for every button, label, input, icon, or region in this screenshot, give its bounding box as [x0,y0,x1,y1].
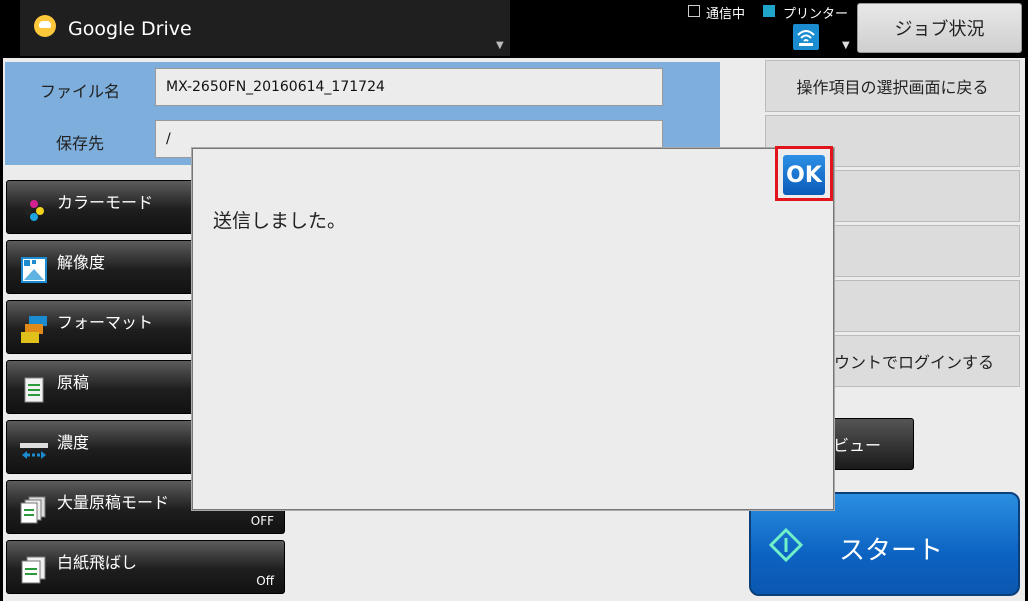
setting-label: 濃度 [57,433,90,452]
setting-label: フォーマット [57,313,154,332]
start-icon [769,528,803,562]
format-icon [21,316,47,343]
comm-status-indicator [688,5,700,17]
color-mode-icon [24,200,44,221]
setting-value: OFF [250,514,274,528]
printer-status-label: プリンター [783,7,849,22]
file-name-field[interactable]: MX-2650FN_20160614_171724 [155,68,663,106]
chevron-down-icon: ▼ [842,40,850,51]
sent-dialog [192,148,834,510]
resolution-icon [21,257,47,283]
document-icon [24,377,44,403]
wifi-icon[interactable] [793,24,819,50]
chevron-down-icon: ▼ [496,40,504,51]
density-icon [20,443,48,459]
file-name-label: ファイル名 [39,82,120,101]
comm-status-label: 通信中 [706,7,746,22]
app-title: Google Drive [68,18,192,40]
dialog-message: 送信しました。 [213,210,347,232]
stack-icon [20,496,46,524]
setting-label: 原稿 [57,373,90,392]
setting-value: Off [256,574,274,588]
setting-label: 白紙飛ばし [57,553,138,572]
destination-label: 保存先 [55,134,104,153]
setting-label: カラーモード [57,193,154,212]
blank-skip-icon [21,556,46,584]
setting-label: 大量原稿モード [57,493,170,512]
start-label: スタート [839,536,944,566]
cloud-shape [39,21,51,28]
printer-status-indicator [763,5,775,17]
ok-button[interactable]: OK [783,155,825,195]
setting-blank-page-skip[interactable]: 白紙飛ばし Off [6,540,285,594]
back-to-selection-button[interactable]: 操作項目の選択画面に戻る [765,60,1020,112]
setting-label: 解像度 [57,253,106,272]
job-status-button[interactable]: ジョブ状況 [857,3,1022,53]
